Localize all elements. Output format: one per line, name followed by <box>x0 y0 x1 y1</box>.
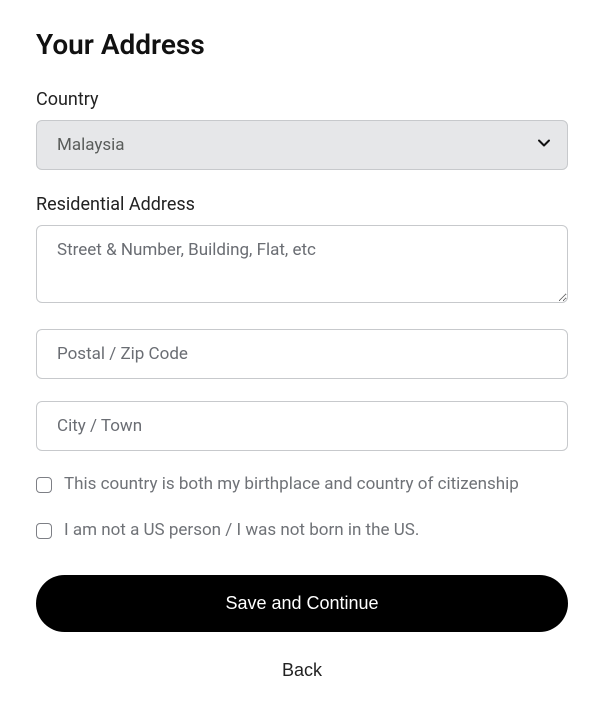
page-title: Your Address <box>36 28 568 61</box>
street-input[interactable] <box>36 225 568 303</box>
country-label: Country <box>36 89 568 110</box>
save-continue-button[interactable]: Save and Continue <box>36 575 568 632</box>
not-us-checkbox-label: I am not a US person / I was not born in… <box>64 519 419 543</box>
postal-input[interactable] <box>36 329 568 379</box>
birthplace-checkbox-row: This country is both my birthplace and c… <box>36 473 568 497</box>
city-input[interactable] <box>36 401 568 451</box>
country-select-wrapper: Malaysia <box>36 120 568 170</box>
birthplace-checkbox-label: This country is both my birthplace and c… <box>64 473 519 497</box>
back-button[interactable]: Back <box>36 660 568 681</box>
country-select[interactable]: Malaysia <box>36 120 568 170</box>
not-us-checkbox-row: I am not a US person / I was not born in… <box>36 519 568 543</box>
not-us-checkbox[interactable] <box>36 523 52 539</box>
birthplace-checkbox[interactable] <box>36 477 52 493</box>
residential-label: Residential Address <box>36 194 568 215</box>
